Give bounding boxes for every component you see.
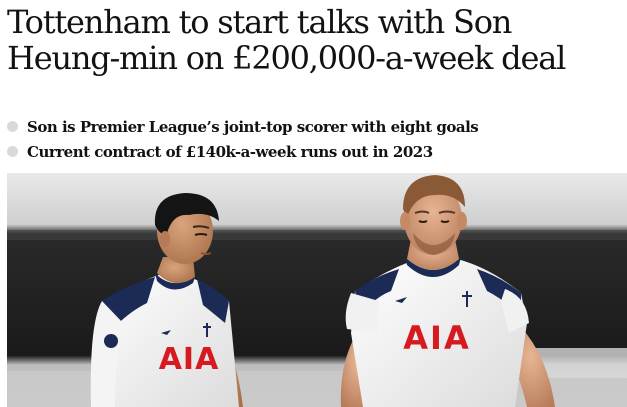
bullet-dot-icon bbox=[7, 121, 18, 132]
bullet-dot-icon bbox=[7, 146, 18, 157]
headline-line-1: Tottenham to start talks with Son bbox=[7, 3, 512, 41]
standfirst-item: Current contract of £140k-a-week runs ou… bbox=[7, 139, 478, 164]
article-photo: AIA AIA bbox=[7, 173, 627, 407]
standfirst-item: Son is Premier League’s joint-top scorer… bbox=[7, 114, 479, 139]
shirt-sponsor-right: AIA bbox=[403, 319, 470, 357]
standfirst-text: Current contract of £140k-a-week runs ou… bbox=[27, 142, 433, 161]
shirt-sponsor-left: AIA bbox=[159, 342, 220, 377]
premier-league-badge bbox=[104, 334, 118, 348]
standfirst-list: Son is Premier League’s joint-top scorer… bbox=[7, 114, 479, 164]
headline-line-2: Heung-min on £200,000-a-week deal bbox=[7, 39, 566, 77]
article-headline: Tottenham to start talks with Son Heung-… bbox=[7, 4, 623, 76]
players-photo-illustration: AIA AIA bbox=[7, 173, 627, 407]
standfirst-text: Son is Premier League’s joint-top scorer… bbox=[27, 117, 479, 136]
